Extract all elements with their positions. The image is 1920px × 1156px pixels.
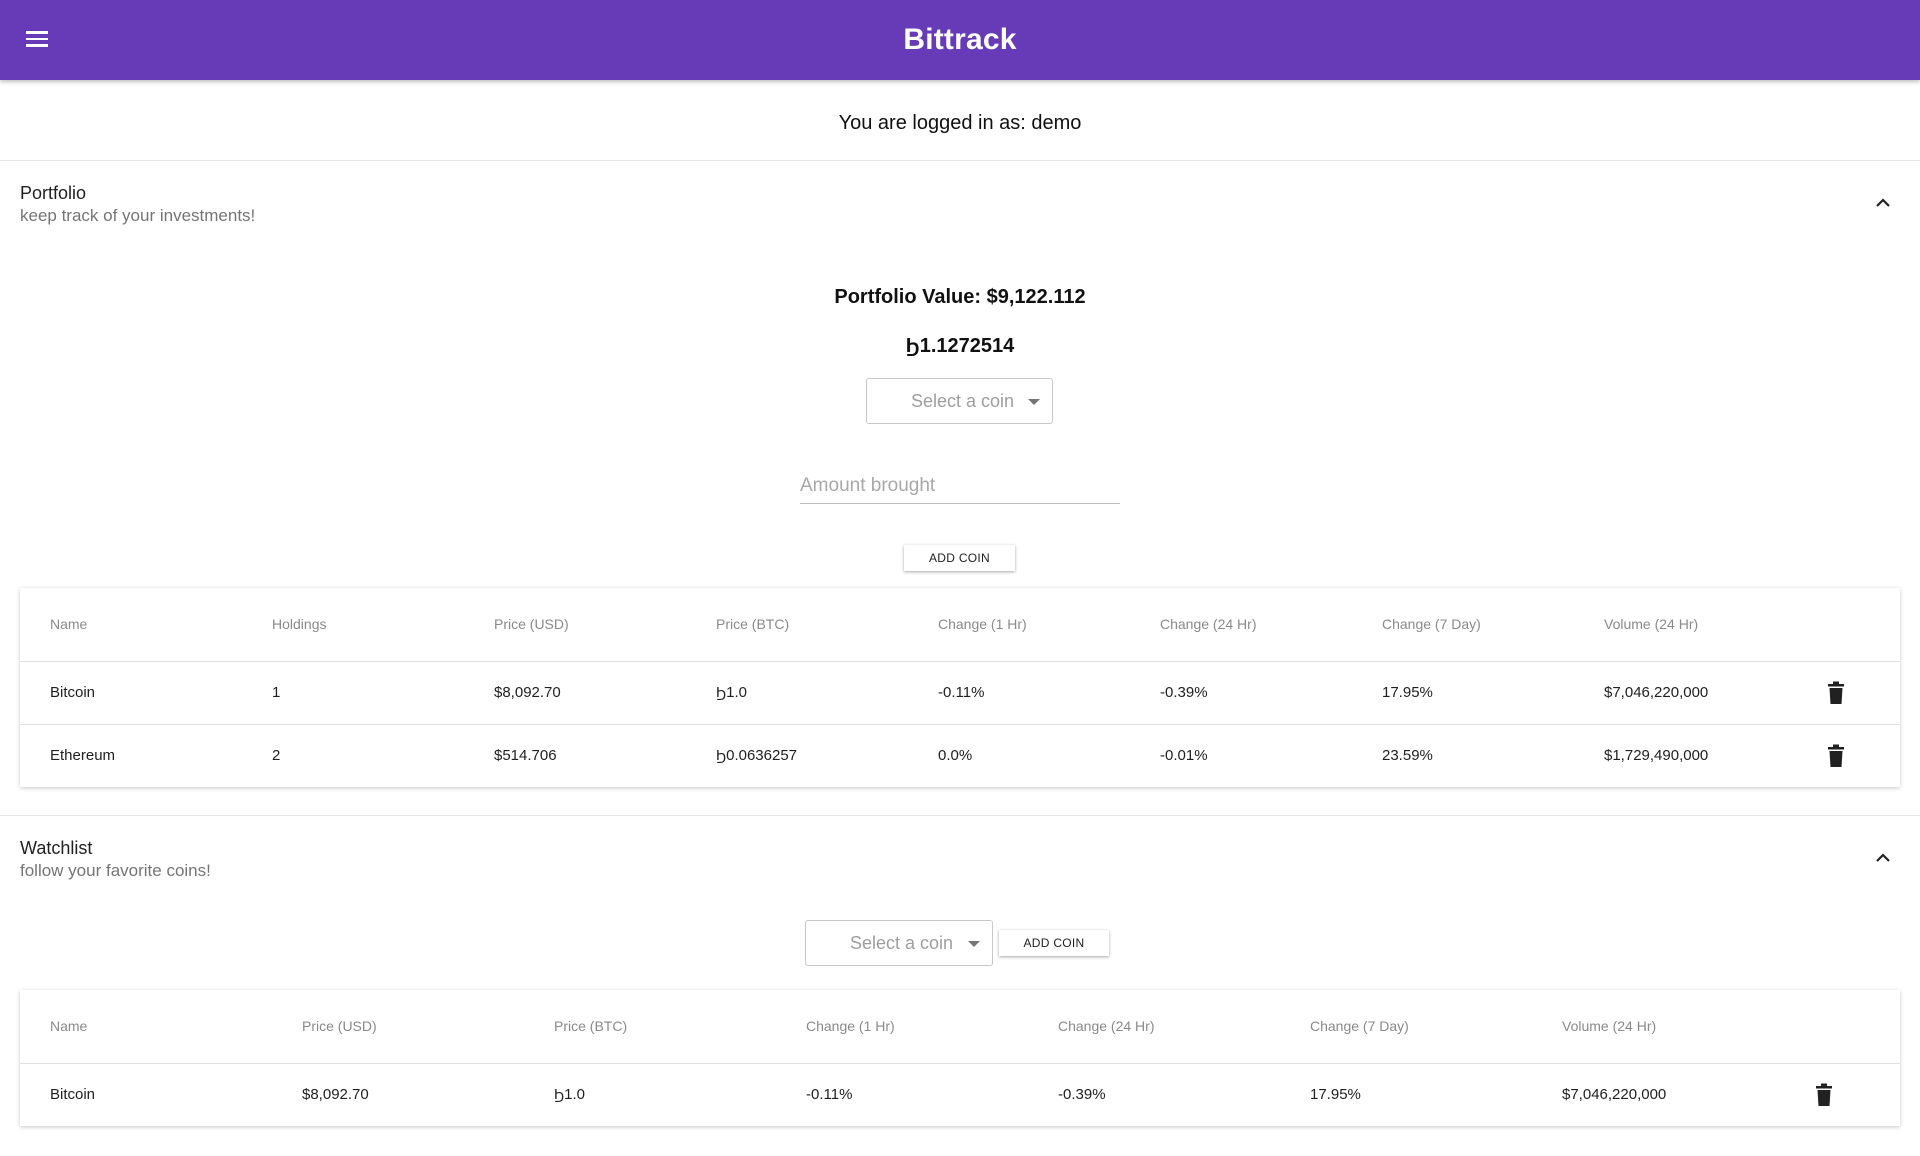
column-header: Change (1 Hr) <box>776 990 1028 1064</box>
select-placeholder: Select a coin <box>911 390 1015 411</box>
watchlist-coin-select[interactable]: Select a coin <box>805 920 993 966</box>
select-placeholder: Select a coin <box>850 932 954 953</box>
cell-price-usd: $514.706 <box>494 747 557 765</box>
cell-actions <box>1796 724 1900 787</box>
cell-actions <box>1796 661 1900 725</box>
cell-change-7d: 17.95% <box>1352 661 1574 725</box>
column-header: Change (7 Day) <box>1280 990 1532 1064</box>
amount-input[interactable] <box>800 468 1120 504</box>
divider <box>0 160 1920 161</box>
trash-icon[interactable] <box>1826 744 1846 768</box>
watchlist-table: Name Price (USD) Price (BTC) Change (1 H… <box>20 990 1900 1126</box>
column-header: Change (24 Hr) <box>1028 990 1280 1064</box>
cell-volume-24h: $7,046,220,000 <box>1562 1086 1667 1104</box>
table-row: Bitcoin 1 $8,092.70 Ϧ1.0 -0.11% -0.39% 1… <box>20 661 1900 725</box>
cell-volume-24h: $1,729,490,000 <box>1604 747 1709 765</box>
cell-actions <box>1784 1063 1900 1126</box>
column-header: Name <box>20 990 272 1064</box>
cell-price-usd: $8,092.70 <box>464 661 686 725</box>
table-header-row: Name Price (USD) Price (BTC) Change (1 H… <box>20 990 1900 1064</box>
cell-price-btc: Ϧ1.0 <box>686 661 908 725</box>
column-header: Price (BTC) <box>686 588 908 662</box>
cell-holdings: 1 <box>242 661 464 725</box>
portfolio-add-coin-button[interactable]: ADD COIN <box>904 545 1015 571</box>
table-row: Bitcoin $8,092.70 Ϧ1.0 -0.11% -0.39% 17.… <box>20 1063 1900 1126</box>
cell-change-1h: 0.0% <box>938 747 973 765</box>
app-title: Bittrack <box>903 23 1017 56</box>
chevron-up-icon[interactable] <box>1874 194 1892 212</box>
column-header-empty <box>1796 588 1900 662</box>
divider <box>0 815 1920 816</box>
cell-volume-24h: $7,046,220,000 <box>1574 661 1796 725</box>
watchlist-title: Watchlist <box>20 838 93 858</box>
cell-price-usd: $8,092.70 <box>302 1086 369 1104</box>
column-header: Volume (24 Hr) <box>1574 588 1796 662</box>
column-header: Price (BTC) <box>524 990 776 1064</box>
portfolio-coin-select[interactable]: Select a coin <box>866 378 1053 424</box>
cell-change-24h: -0.01% <box>1160 747 1208 765</box>
chevron-up-icon[interactable] <box>1874 849 1892 867</box>
login-status: You are logged in as: demo <box>838 112 1082 134</box>
column-header: Change (1 Hr) <box>908 588 1130 662</box>
cell-name: Ethereum <box>50 747 116 765</box>
column-header: Price (USD) <box>464 588 686 662</box>
column-header: Name <box>20 588 242 662</box>
watchlist-subtitle: follow your favorite coins! <box>20 861 211 880</box>
portfolio-btc-value: Ϧ1.1272514 <box>905 335 1015 357</box>
column-header: Holdings <box>242 588 464 662</box>
cell-price-btc: Ϧ0.0636257 <box>716 747 798 765</box>
cell-change-7d: 17.95% <box>1310 1086 1361 1104</box>
cell-price-btc: Ϧ1.0 <box>554 1086 585 1104</box>
cell-change-24h: -0.39% <box>1130 661 1352 725</box>
watchlist-add-coin-button[interactable]: ADD COIN <box>999 930 1109 956</box>
table-header-row: Name Holdings Price (USD) Price (BTC) Ch… <box>20 588 1900 662</box>
cell-name: Bitcoin <box>50 1086 96 1104</box>
portfolio-header[interactable]: Portfolio keep track of your investments… <box>20 183 255 226</box>
portfolio-value: Portfolio Value: $9,122.112 <box>834 286 1086 308</box>
menu-icon[interactable] <box>26 28 50 50</box>
caret-down-icon <box>1028 399 1040 405</box>
column-header: Price (USD) <box>272 990 524 1064</box>
cell-change-24h: -0.39% <box>1058 1086 1106 1104</box>
cell-change-7d: 23.59% <box>1382 747 1433 765</box>
portfolio-title: Portfolio <box>20 183 87 203</box>
cell-change-1h: -0.11% <box>908 661 1130 725</box>
app-bar: Bittrack <box>0 0 1920 80</box>
portfolio-table: Name Holdings Price (USD) Price (BTC) Ch… <box>20 588 1900 787</box>
table-row: Ethereum 2 $514.706 Ϧ0.0636257 0.0% -0.0… <box>20 724 1900 787</box>
watchlist-header[interactable]: Watchlist follow your favorite coins! <box>20 838 211 881</box>
portfolio-subtitle: keep track of your investments! <box>20 206 256 225</box>
cell-holdings: 2 <box>272 747 281 765</box>
caret-down-icon <box>968 941 980 947</box>
trash-icon[interactable] <box>1814 1083 1834 1107</box>
column-header: Change (7 Day) <box>1352 588 1574 662</box>
column-header: Change (24 Hr) <box>1130 588 1352 662</box>
trash-icon[interactable] <box>1826 681 1846 705</box>
cell-name: Bitcoin <box>20 661 242 725</box>
column-header-empty <box>1784 990 1900 1064</box>
cell-change-1h: -0.11% <box>806 1086 853 1104</box>
column-header: Volume (24 Hr) <box>1532 990 1784 1064</box>
